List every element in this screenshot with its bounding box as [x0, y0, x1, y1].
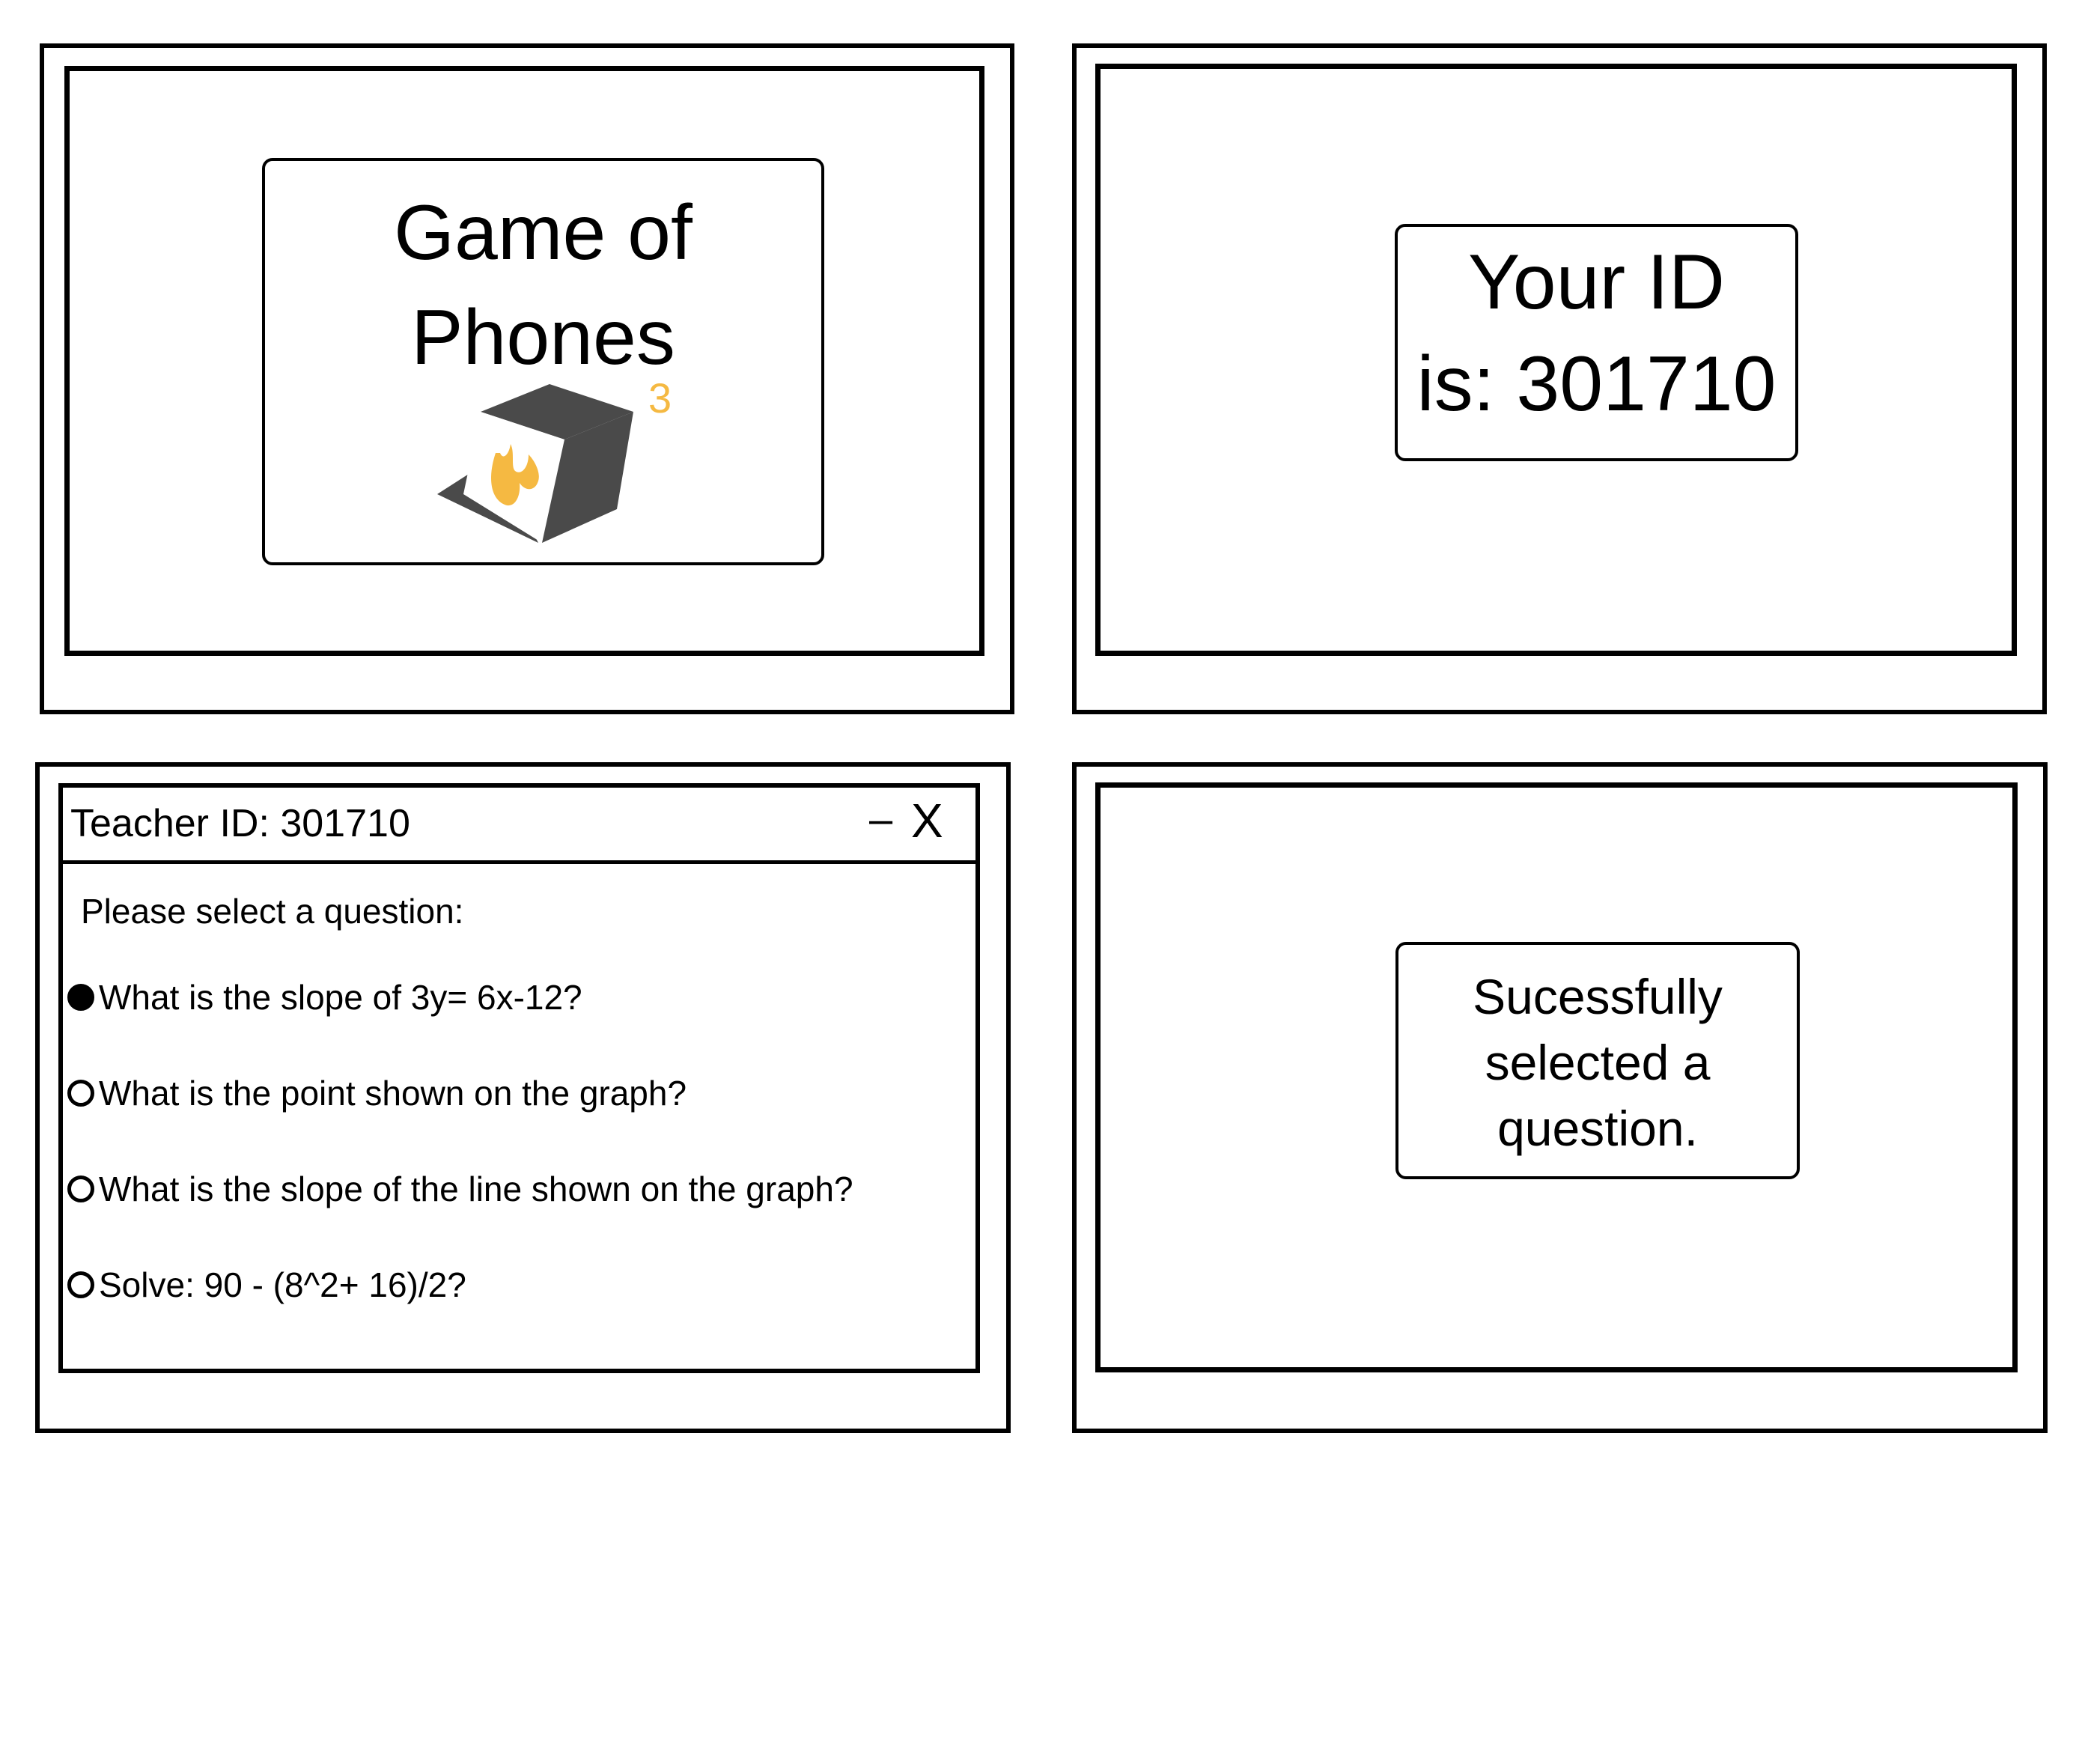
teacher-window: Teacher ID: 301710 – X Please select a q… — [58, 783, 980, 1373]
success-card: Sucessfully selected a question. — [1395, 942, 1800, 1179]
question-option[interactable]: What is the point shown on the graph? — [67, 1071, 687, 1116]
question-option-label: What is the point shown on the graph? — [99, 1074, 687, 1113]
question-option-label: What is the slope of the line shown on t… — [99, 1170, 853, 1208]
cube-logo-icon: 3 — [437, 374, 672, 543]
app-title-line-1: Game of — [394, 189, 693, 276]
question-option[interactable]: Solve: 90 - (8^2+ 16)/2? — [67, 1262, 466, 1307]
app-title-line-2: Phones — [411, 294, 675, 381]
radio-unselected-icon[interactable] — [67, 1080, 94, 1107]
window-title: Teacher ID: 301710 — [70, 802, 410, 845]
question-option[interactable]: What is the slope of 3y= 6x-12? — [67, 975, 582, 1020]
question-option-label: What is the slope of 3y= 6x-12? — [99, 978, 582, 1017]
question-option-label: Solve: 90 - (8^2+ 16)/2? — [99, 1265, 466, 1304]
id-label: Your ID — [1467, 239, 1726, 326]
id-value: is: 301710 — [1416, 341, 1777, 428]
window-titlebar: Teacher ID: 301710 – X — [63, 788, 975, 864]
radio-unselected-icon[interactable] — [67, 1176, 94, 1202]
question-prompt: Please select a question: — [81, 892, 464, 931]
success-message-line-1: Sucessfully — [1473, 969, 1723, 1024]
success-message-line-2: selected a — [1485, 1035, 1711, 1090]
minimize-button[interactable]: – — [869, 798, 892, 840]
close-button[interactable]: X — [911, 797, 943, 845]
splash-card: Game of Phones 3 — [262, 158, 824, 565]
question-option[interactable]: What is the slope of the line shown on t… — [67, 1167, 853, 1211]
id-card: Your ID is: 301710 — [1395, 224, 1798, 461]
logo-superscript: 3 — [648, 374, 672, 422]
success-message-line-3: question. — [1497, 1101, 1698, 1156]
radio-selected-icon[interactable] — [67, 984, 94, 1011]
radio-unselected-icon[interactable] — [67, 1271, 94, 1298]
